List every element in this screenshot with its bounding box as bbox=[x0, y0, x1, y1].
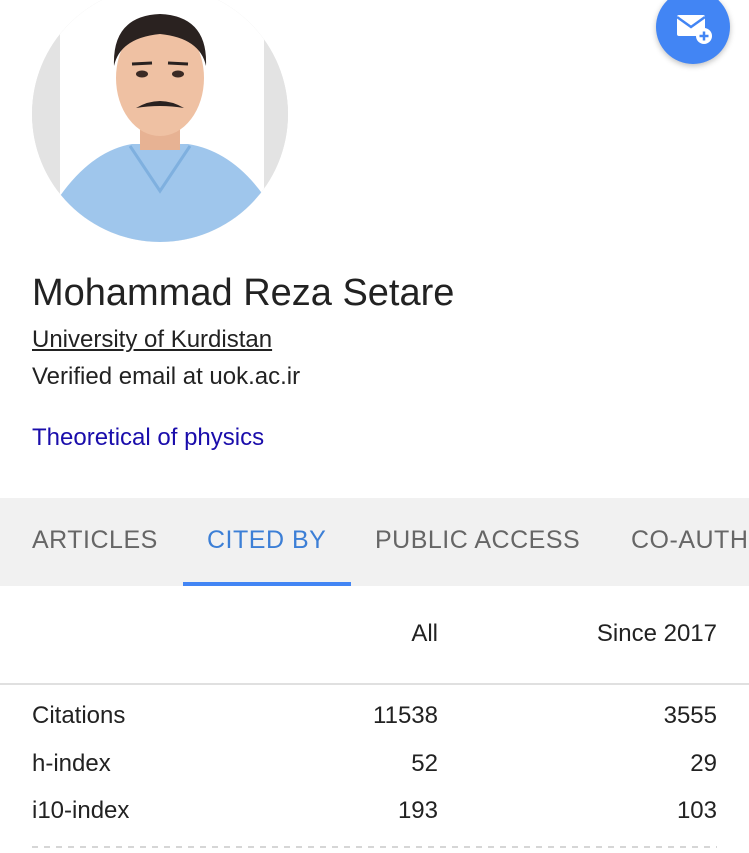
h-index-since-value: 29 bbox=[690, 750, 717, 777]
affiliation-link[interactable]: University of Kurdistan bbox=[32, 326, 272, 354]
table-divider bbox=[0, 683, 749, 685]
tab-bar: ARTICLES CITED BY PUBLIC ACCESS CO-AUTHO… bbox=[0, 498, 749, 586]
citations-all-value: 11538 bbox=[373, 702, 438, 729]
tab-public-access[interactable]: PUBLIC ACCESS bbox=[375, 498, 580, 586]
citations-since-value: 3555 bbox=[663, 702, 717, 729]
row-label-i10-index: i10-index bbox=[32, 797, 130, 824]
tab-articles[interactable]: ARTICLES bbox=[32, 498, 158, 586]
profile-name: Mohammad Reza Setare bbox=[32, 272, 455, 314]
table-bottom-edge bbox=[32, 846, 717, 848]
email-plus-icon bbox=[676, 15, 712, 44]
row-label-citations: Citations bbox=[32, 702, 126, 729]
tab-co-authors[interactable]: CO-AUTHORS bbox=[631, 498, 749, 586]
h-index-all-value: 52 bbox=[411, 750, 438, 777]
column-header-since: Since 2017 bbox=[596, 620, 717, 647]
profile-photo bbox=[32, 0, 288, 242]
research-interest-link[interactable]: Theoretical of physics bbox=[32, 424, 264, 452]
i10-index-all-value: 193 bbox=[397, 797, 438, 824]
active-tab-indicator bbox=[183, 582, 351, 586]
i10-index-since-value: 103 bbox=[676, 797, 717, 824]
tab-cited-by[interactable]: CITED BY bbox=[207, 498, 326, 586]
verified-email: Verified email at uok.ac.ir bbox=[32, 363, 301, 390]
column-header-all: All bbox=[411, 620, 438, 647]
row-label-h-index: h-index bbox=[32, 750, 111, 777]
avatar bbox=[32, 0, 288, 242]
follow-button[interactable] bbox=[656, 0, 730, 64]
